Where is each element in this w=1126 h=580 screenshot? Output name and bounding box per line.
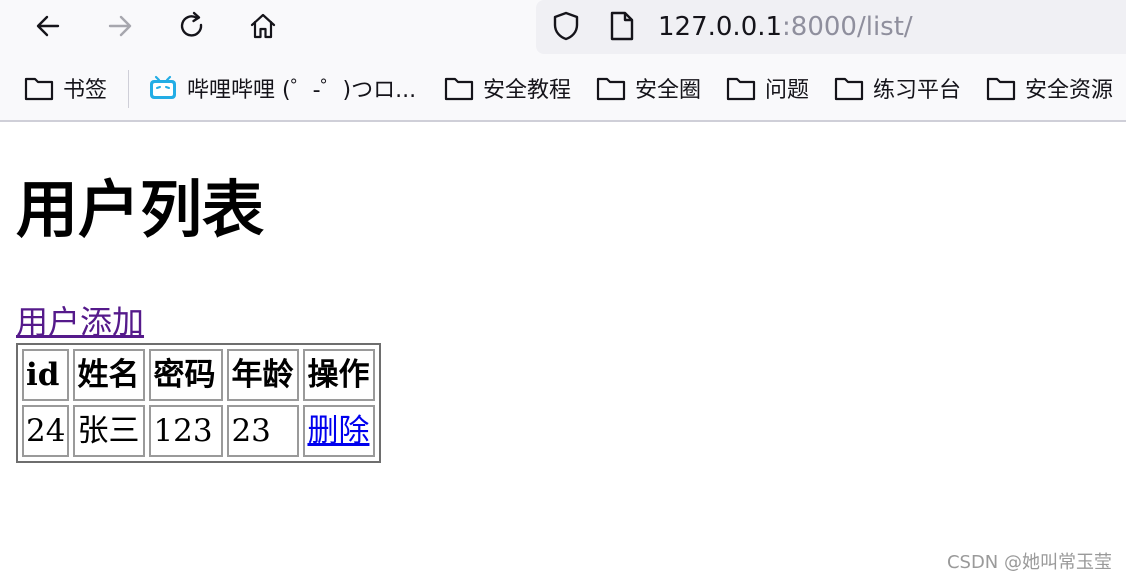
folder-icon <box>444 77 474 101</box>
bookmark-folder-bookmarks[interactable]: 书签 <box>24 66 107 110</box>
bookmark-label: 哔哩哔哩 (゜-゜)つロ... <box>187 78 417 103</box>
bookmarks-separator <box>128 70 129 108</box>
folder-icon <box>24 77 54 101</box>
bookmark-label: 安全资源 <box>1025 78 1114 103</box>
folder-icon <box>726 77 756 101</box>
cell-action: 删除 <box>303 405 376 457</box>
bookmarks-toolbar: 书签 哔哩哔哩 (゜-゜)つロ... 安全教程 安全圈 问题 练习平台 安全资源 <box>0 56 1126 122</box>
reload-icon <box>180 11 203 37</box>
reload-button[interactable] <box>170 6 214 46</box>
table-header-row: id 姓名 密码 年龄 操作 <box>22 349 376 401</box>
user-table: id 姓名 密码 年龄 操作 24 张三 123 23 删除 <box>16 343 382 463</box>
url-text[interactable]: 127.0.0.1:8000/list/ <box>658 7 913 47</box>
csdn-watermark: CSDN @她叫常玉莹 <box>946 552 1112 573</box>
forward-arrow-icon <box>108 15 132 37</box>
cell-name: 张三 <box>73 405 146 457</box>
folder-icon <box>834 77 864 101</box>
bookmark-label: 安全圈 <box>635 78 702 103</box>
bookmark-label: 安全教程 <box>483 78 572 103</box>
page-title: 用户列表 <box>16 173 265 246</box>
browser-toolbar: 127.0.0.1:8000/list/ <box>0 0 1126 56</box>
home-button[interactable] <box>241 6 285 46</box>
delete-link[interactable]: 删除 <box>307 413 369 449</box>
column-header-password: 密码 <box>149 349 224 401</box>
column-header-name: 姓名 <box>73 349 146 401</box>
bookmark-folder-practice-platforms[interactable]: 练习平台 <box>834 66 961 110</box>
folder-icon <box>596 77 626 101</box>
column-header-id: id <box>22 349 70 401</box>
bookmark-folder-security-resources[interactable]: 安全资源 <box>986 66 1113 110</box>
forward-button[interactable] <box>98 6 142 46</box>
bookmark-label: 练习平台 <box>873 78 962 103</box>
bookmark-bilibili[interactable]: 哔哩哔哩 (゜-゜)つロ... <box>148 66 416 110</box>
page-info-icon[interactable] <box>608 10 636 42</box>
bookmark-label: 书签 <box>63 78 108 103</box>
column-header-age: 年龄 <box>227 349 300 401</box>
url-path: :8000/list/ <box>782 12 913 42</box>
cell-id: 24 <box>22 405 70 457</box>
back-arrow-icon <box>36 15 60 37</box>
address-bar[interactable]: 127.0.0.1:8000/list/ <box>536 0 1126 54</box>
bookmark-folder-questions[interactable]: 问题 <box>726 66 809 110</box>
bilibili-icon <box>150 75 176 99</box>
bookmark-folder-security-tutorials[interactable]: 安全教程 <box>444 66 571 110</box>
shield-icon[interactable] <box>550 10 582 42</box>
url-host: 127.0.0.1 <box>658 12 783 42</box>
bookmark-folder-security-circle[interactable]: 安全圈 <box>596 66 701 110</box>
cell-password: 123 <box>149 405 224 457</box>
cell-age: 23 <box>227 405 300 457</box>
column-header-action: 操作 <box>303 349 376 401</box>
add-user-link[interactable]: 用户添加 <box>16 300 144 344</box>
page-content: 用户列表 用户添加 id 姓名 密码 年龄 操作 24 张三 123 23 删除… <box>0 122 1126 580</box>
table-row: 24 张三 123 23 删除 <box>22 405 376 457</box>
folder-icon <box>986 77 1016 101</box>
bookmark-label: 问题 <box>765 78 810 103</box>
back-button[interactable] <box>26 6 70 46</box>
home-icon <box>250 13 276 39</box>
